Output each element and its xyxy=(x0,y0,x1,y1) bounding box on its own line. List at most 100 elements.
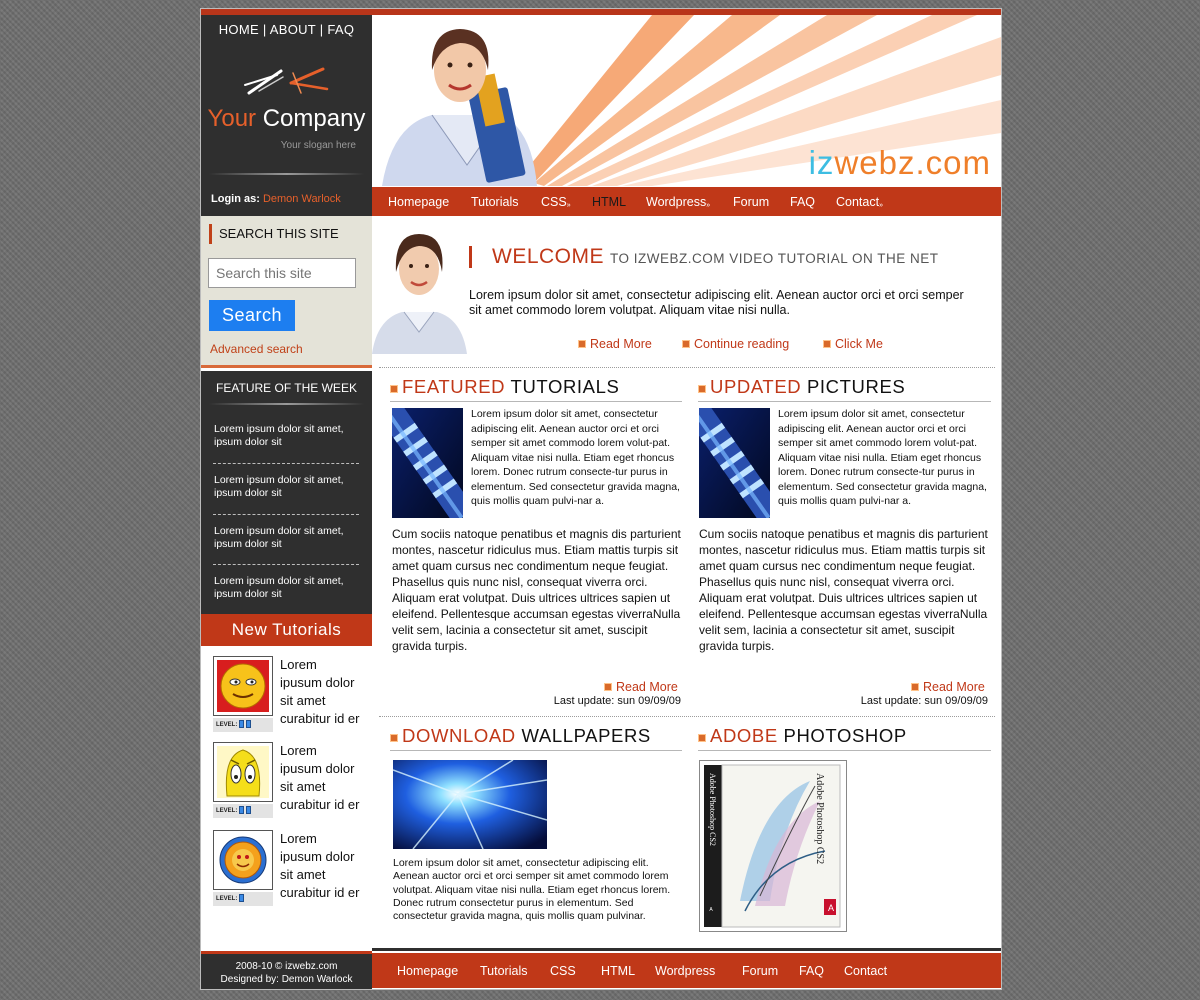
updated-paragraph: Cum sociis natoque penatibus et magnis d… xyxy=(699,527,988,653)
new-tutorial-item[interactable]: LEVEL: Lorem ipusum dolor sit amet curab… xyxy=(213,742,363,828)
tutorial-text[interactable]: Lorem ipusum dolor sit amet curabitur id… xyxy=(280,830,360,902)
level-icon xyxy=(239,894,245,903)
blue-burst-wallpaper-image xyxy=(393,760,547,849)
welcome-click-me-link[interactable]: Click Me xyxy=(823,337,883,351)
top-nav-faq[interactable]: FAQ xyxy=(327,22,354,37)
nav-faq[interactable]: FAQ xyxy=(790,195,815,209)
top-nav-separator: | xyxy=(319,22,324,37)
welcome-continue-label: Continue reading xyxy=(694,337,790,351)
nav-css-label: CSS xyxy=(541,195,567,209)
nav-wordpress[interactable]: Wordpress» xyxy=(646,195,710,209)
footer-nav-contact[interactable]: Contact xyxy=(844,964,887,978)
feature-divider xyxy=(213,564,359,565)
login-status: Login as: Demon Warlock xyxy=(211,193,341,205)
updated-pictures-title: UPDATED PICTURES xyxy=(698,376,905,398)
tutorial-thumbnail[interactable] xyxy=(213,656,273,716)
tutorial-text[interactable]: Lorem ipusum dolor sit amet curabitur id… xyxy=(280,656,360,728)
new-tutorial-item[interactable]: LEVEL: Lorem ipusum dolor sit amet curab… xyxy=(213,830,363,916)
featured-read-more-link[interactable]: Read More xyxy=(604,680,678,694)
adobe-title-rest: PHOTOSHOP xyxy=(783,725,907,746)
download-title-rest: WALLPAPERS xyxy=(521,725,651,746)
nav-contact[interactable]: Contact» xyxy=(836,195,883,209)
page-container: HOME | ABOUT | FAQ Your Company Your slo… xyxy=(200,8,1002,990)
company-logo-icon xyxy=(244,67,329,95)
feature-title: FEATURE OF THE WEEK xyxy=(216,381,357,395)
site-name-prefix: iz xyxy=(808,144,835,181)
footer-nav-homepage[interactable]: Homepage xyxy=(397,964,458,978)
welcome-read-more-link[interactable]: Read More xyxy=(578,337,652,351)
featured-title-highlight: FEATURED xyxy=(402,376,506,397)
footer-nav-forum[interactable]: Forum xyxy=(742,964,778,978)
top-nav: HOME | ABOUT | FAQ xyxy=(201,22,372,37)
footer-nav-faq[interactable]: FAQ xyxy=(799,964,824,978)
feature-divider xyxy=(213,463,359,464)
dropdown-arrow-icon: » xyxy=(706,202,711,209)
company-name: Your Company xyxy=(201,105,372,133)
nav-contact-label: Contact xyxy=(836,195,880,209)
photoshop-box-image[interactable]: A A Adobe Photoshop CS2 Adobe Photoshop … xyxy=(699,760,847,932)
bullet-arrow-icon xyxy=(390,734,398,742)
feature-item[interactable]: Lorem ipsum dolor sit amet, ipsum dolor … xyxy=(214,474,359,500)
updated-last-update: Last update: sun 09/09/09 xyxy=(860,695,988,707)
welcome-read-more-label: Read More xyxy=(590,337,652,351)
section-divider xyxy=(379,716,995,717)
section-underline xyxy=(698,401,991,402)
nav-forum[interactable]: Forum xyxy=(733,195,769,209)
bullet-arrow-icon xyxy=(682,340,690,348)
welcome-continue-link[interactable]: Continue reading xyxy=(682,337,789,351)
level-icon xyxy=(239,720,245,729)
yellow-character-icon xyxy=(217,746,269,798)
level-icon xyxy=(246,806,252,815)
dropdown-arrow-icon: » xyxy=(566,202,571,209)
updated-blurb: Lorem ipsum dolor sit amet, consectetur … xyxy=(778,408,987,507)
section-divider xyxy=(379,367,995,368)
brand-divider xyxy=(209,173,364,175)
wallpaper-thumbnail[interactable] xyxy=(393,760,547,849)
header-banner: izwebz.com xyxy=(372,15,1001,186)
nav-css[interactable]: CSS» xyxy=(541,195,571,209)
section-underline xyxy=(390,750,682,751)
advanced-search-link[interactable]: Advanced search xyxy=(210,342,303,356)
welcome-subtitle: TO IZWEBZ.COM VIDEO TUTORIAL ON THE NET xyxy=(610,251,939,266)
feature-item[interactable]: Lorem ipsum dolor sit amet, ipsum dolor … xyxy=(214,423,359,449)
nav-tutorials[interactable]: Tutorials xyxy=(471,195,518,209)
tutorial-level: LEVEL: xyxy=(213,718,273,732)
updated-title-rest: PICTURES xyxy=(806,376,906,397)
company-name-word1: Your xyxy=(207,105,257,132)
download-title-highlight: DOWNLOAD xyxy=(402,725,516,746)
level-icon xyxy=(246,720,252,729)
main-nav: Homepage Tutorials CSS» HTML Wordpress» … xyxy=(372,187,1001,216)
top-nav-about[interactable]: ABOUT xyxy=(270,22,316,37)
featured-title-rest: TUTORIALS xyxy=(510,376,620,397)
brand-panel: HOME | ABOUT | FAQ Your Company Your slo… xyxy=(201,15,372,216)
tutorial-thumbnail[interactable] xyxy=(213,830,273,890)
nav-homepage[interactable]: Homepage xyxy=(388,195,449,209)
search-input[interactable] xyxy=(208,258,356,288)
tutorial-text[interactable]: Lorem ipusum dolor sit amet curabitur id… xyxy=(280,742,360,814)
feature-of-week-panel: FEATURE OF THE WEEK Lorem ipsum dolor si… xyxy=(201,371,372,614)
feature-item[interactable]: Lorem ipsum dolor sit amet, ipsum dolor … xyxy=(214,525,359,551)
welcome-text: Lorem ipsum dolor sit amet, consectetur … xyxy=(469,288,964,317)
featured-thumbnail[interactable] xyxy=(392,408,463,518)
smiley-face-icon xyxy=(217,660,269,712)
footer-nav: Homepage Tutorials CSS HTML Wordpress Fo… xyxy=(372,948,1001,988)
download-wallpapers-title: DOWNLOAD WALLPAPERS xyxy=(390,725,651,747)
updated-read-more-link[interactable]: Read More xyxy=(911,680,985,694)
site-name-logo: izwebz.com xyxy=(809,144,991,182)
nav-html[interactable]: HTML xyxy=(592,195,626,209)
updated-thumbnail[interactable] xyxy=(699,408,770,518)
left-column: HOME | ABOUT | FAQ Your Company Your slo… xyxy=(201,15,372,989)
top-nav-home[interactable]: HOME xyxy=(219,22,259,37)
footer-nav-wordpress[interactable]: Wordpress xyxy=(655,964,715,978)
new-tutorial-item[interactable]: LEVEL: Lorem ipusum dolor sit amet curab… xyxy=(213,656,363,742)
woman-portrait-photo xyxy=(372,234,467,354)
login-user-link[interactable]: Demon Warlock xyxy=(263,193,341,205)
footer-nav-tutorials[interactable]: Tutorials xyxy=(480,964,527,978)
footer-nav-css[interactable]: CSS xyxy=(550,964,576,978)
welcome-click-me-label: Click Me xyxy=(835,337,883,351)
tutorial-thumbnail[interactable] xyxy=(213,742,273,802)
feature-item[interactable]: Lorem ipsum dolor sit amet, ipsum dolor … xyxy=(214,575,359,601)
search-button[interactable]: Search xyxy=(209,300,295,331)
copyright-footer: 2008-10 © izwebz.com Designed by: Demon … xyxy=(201,951,372,989)
footer-nav-html[interactable]: HTML xyxy=(601,964,635,978)
